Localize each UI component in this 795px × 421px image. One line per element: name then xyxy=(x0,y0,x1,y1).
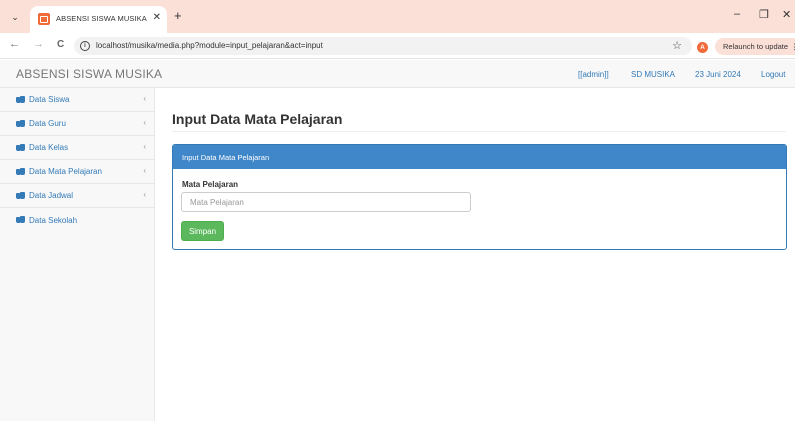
arrow-right-icon[interactable]: → xyxy=(33,38,44,50)
simpan-button[interactable]: Simpan xyxy=(181,221,224,241)
url-bar[interactable]: i localhost/musika/media.php?module=inpu… xyxy=(74,37,692,55)
sidebar-item-data-guru[interactable]: Data Guru ‹ xyxy=(0,112,154,136)
sidebar-item-label: Data Sekolah xyxy=(29,215,78,225)
mata-pelajaran-label: Mata Pelajaran xyxy=(182,180,239,189)
star-icon[interactable]: ☆ xyxy=(672,39,682,52)
sidebar-item-label: Data Mata Pelajaran xyxy=(29,167,102,176)
url-text: localhost/musika/media.php?module=input_… xyxy=(96,41,323,50)
users-icon xyxy=(16,216,25,224)
chevron-left-icon: ‹ xyxy=(143,142,146,151)
sidebar-item-data-siswa[interactable]: Data Siswa ‹ xyxy=(0,88,154,112)
reload-icon[interactable]: C xyxy=(57,39,64,50)
sidebar-item-label: Data Siswa xyxy=(29,95,70,104)
chevron-down-icon[interactable]: ⌄ xyxy=(6,8,24,26)
sidebar-item-label: Data Jadwal xyxy=(29,191,74,200)
browser-address-bar: ← → C i localhost/musika/media.php?modul… xyxy=(0,33,795,59)
chevron-left-icon: ‹ xyxy=(143,118,146,127)
browser-tab[interactable]: ABSENSI SISWA MUSIKA ✕ xyxy=(30,6,167,33)
tab-title: ABSENSI SISWA MUSIKA xyxy=(56,14,147,23)
sidebar-item-label: Data Guru xyxy=(29,119,66,128)
date-link[interactable]: 23 Juni 2024 xyxy=(695,70,741,79)
chevron-left-icon: ‹ xyxy=(143,190,146,199)
chevron-left-icon: ‹ xyxy=(143,94,146,103)
relaunch-label: Relaunch to update xyxy=(723,42,789,51)
kebab-menu-icon[interactable]: ⋮ xyxy=(791,42,795,51)
calendar-icon xyxy=(38,13,50,25)
browser-tab-bar: ⌄ ABSENSI SISWA MUSIKA ✕ + – ❐ ✕ xyxy=(0,0,795,33)
plus-icon[interactable]: + xyxy=(174,8,182,23)
chevron-left-icon: ‹ xyxy=(143,166,146,175)
app-navbar: ABSENSI SISWA MUSIKA [[admin]] SD MUSIKA… xyxy=(0,60,795,88)
sidebar-item-data-mata-pelajaran[interactable]: Data Mata Pelajaran ‹ xyxy=(0,160,154,184)
user-link[interactable]: [[admin]] xyxy=(578,70,609,79)
users-icon xyxy=(16,191,25,200)
info-icon[interactable]: i xyxy=(80,41,90,51)
sidebar-item-data-jadwal[interactable]: Data Jadwal ‹ xyxy=(0,184,154,208)
sidebar: Data Siswa ‹ Data Guru ‹ Data Kelas ‹ Da… xyxy=(0,88,155,421)
sidebar-item-data-sekolah[interactable]: Data Sekolah xyxy=(0,208,154,232)
close-icon[interactable]: ✕ xyxy=(153,12,161,23)
arrow-left-icon[interactable]: ← xyxy=(9,38,20,50)
input-panel: Input Data Mata Pelajaran Mata Pelajaran… xyxy=(172,144,787,250)
title-divider xyxy=(172,131,786,132)
mata-pelajaran-input[interactable] xyxy=(181,192,471,212)
window-close-icon[interactable]: ✕ xyxy=(782,8,791,21)
sidebar-item-data-kelas[interactable]: Data Kelas ‹ xyxy=(0,136,154,160)
users-icon xyxy=(16,143,25,152)
restore-icon[interactable]: ❐ xyxy=(759,8,769,21)
page-title: Input Data Mata Pelajaran xyxy=(172,111,343,127)
users-icon xyxy=(16,119,25,128)
panel-heading: Input Data Mata Pelajaran xyxy=(173,145,786,169)
profile-avatar[interactable]: A xyxy=(697,42,708,53)
sidebar-item-label: Data Kelas xyxy=(29,143,69,152)
school-link[interactable]: SD MUSIKA xyxy=(631,70,675,79)
relaunch-button[interactable]: Relaunch to update ⋮ xyxy=(715,38,795,55)
users-icon xyxy=(16,95,25,104)
app-brand[interactable]: ABSENSI SISWA MUSIKA xyxy=(16,67,162,81)
users-icon xyxy=(16,167,25,176)
minimize-icon[interactable]: – xyxy=(734,8,740,20)
logout-link[interactable]: Logout xyxy=(761,70,785,79)
